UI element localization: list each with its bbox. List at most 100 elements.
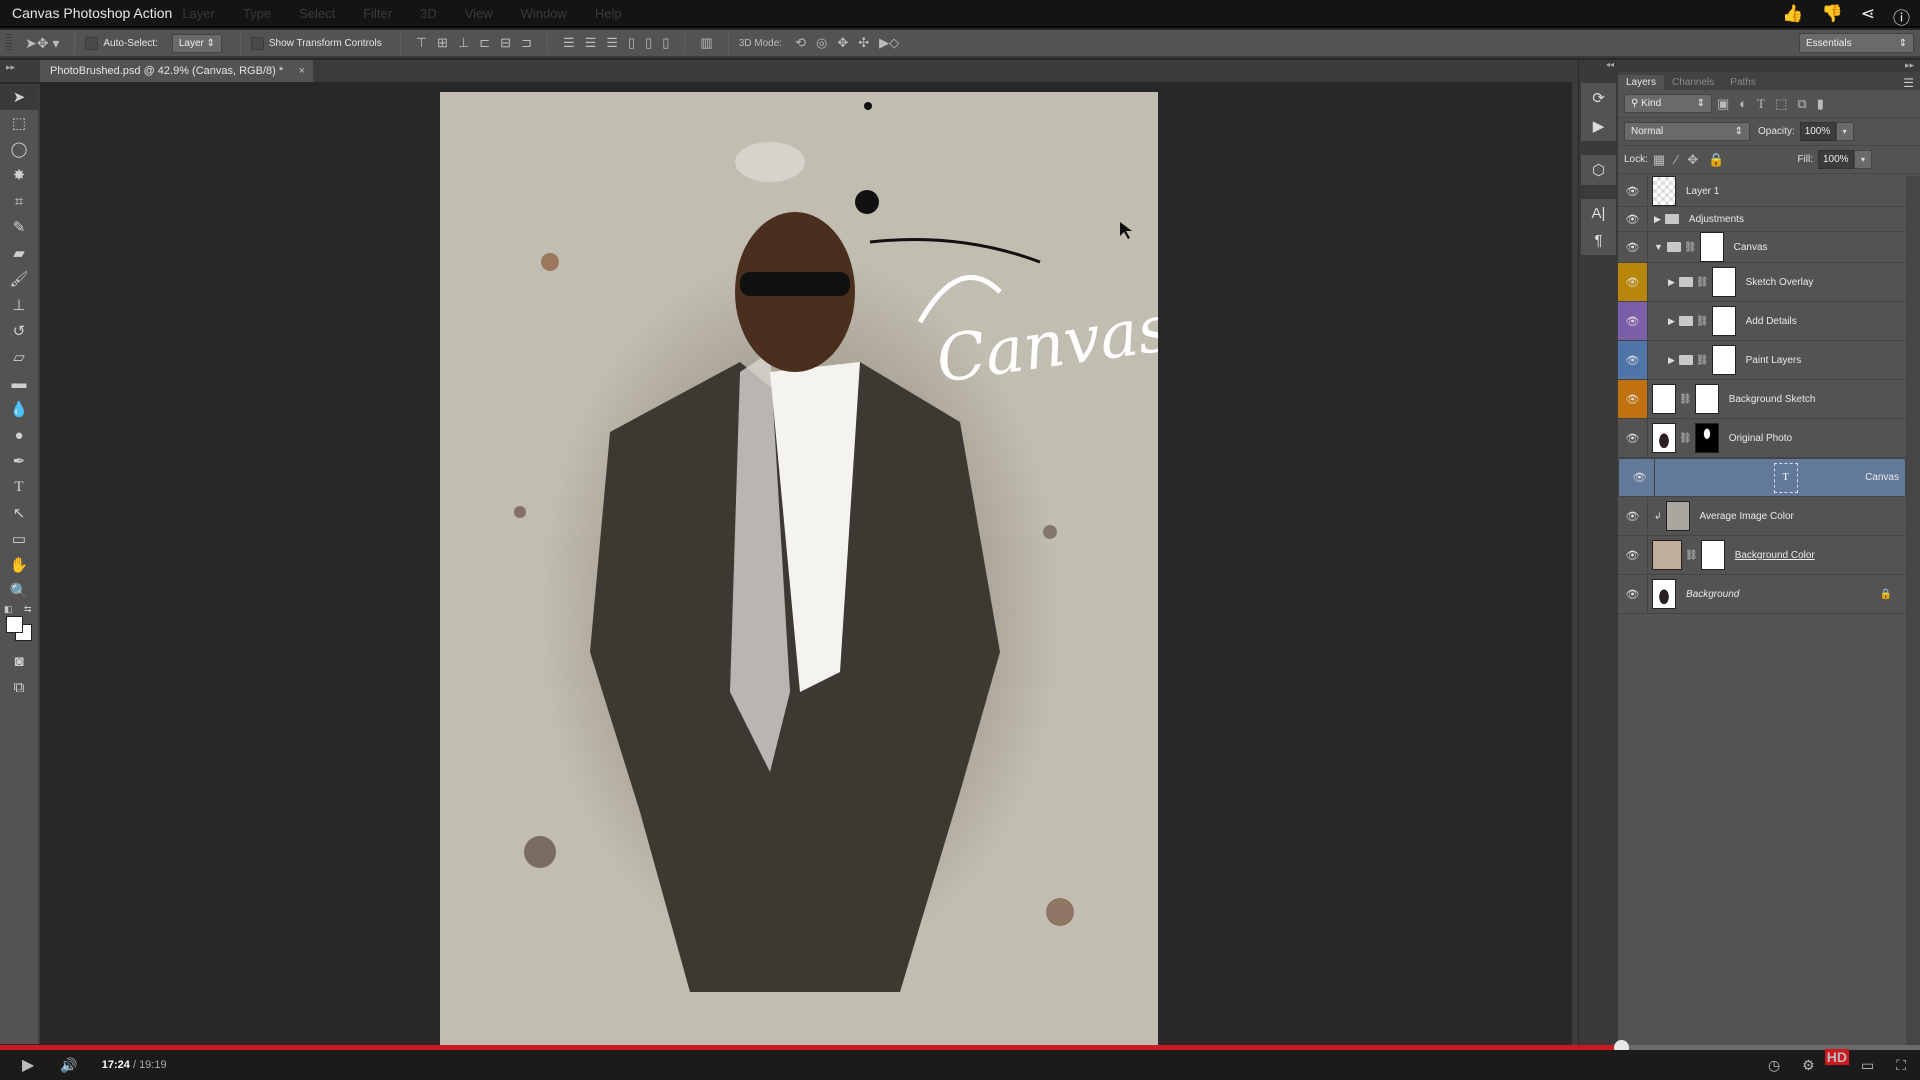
document-canvas[interactable]: Canvas [440, 92, 1158, 1045]
layer-mask-thumbnail[interactable] [1699, 232, 1724, 262]
history-brush-tool-icon[interactable]: ↺ [0, 318, 38, 344]
gradient-tool-icon[interactable]: ▬ [0, 370, 38, 396]
layer-row[interactable]: 👁 Background 🔒 [1618, 575, 1906, 614]
clone-stamp-tool-icon[interactable]: ⊥ [0, 292, 38, 318]
visibility-eye-icon[interactable]: 👁 [1618, 575, 1648, 613]
link-icon[interactable]: ⛓ [1684, 242, 1697, 253]
text-layer-thumbnail[interactable]: T [1773, 462, 1798, 493]
layer-row[interactable]: 👁 ⛓ Background Color [1618, 536, 1906, 575]
filter-adjustment-icon[interactable]: ◐ [1739, 96, 1747, 111]
link-icon[interactable]: ⛓ [1679, 394, 1692, 405]
visibility-eye-icon[interactable]: 👁 [1618, 263, 1648, 301]
collapse-group-icon[interactable]: ▼ [1654, 242, 1663, 252]
visibility-eye-icon[interactable]: 👁 [1618, 176, 1648, 206]
theater-mode-icon[interactable]: ▭ [1861, 1057, 1874, 1074]
link-icon[interactable]: ⛓ [1696, 355, 1709, 366]
move-tool-preset-icon[interactable]: ➤✥ ▾ [25, 35, 59, 52]
blur-tool-icon[interactable]: 💧 [0, 396, 38, 422]
align-top-icon[interactable]: ⊤ [416, 35, 427, 51]
thumbs-up-icon[interactable]: 👍 [1782, 4, 1803, 29]
visibility-eye-icon[interactable]: 👁 [1618, 302, 1648, 340]
layer-thumbnail[interactable] [1652, 176, 1676, 206]
layer-mask-thumbnail[interactable] [1700, 540, 1725, 570]
lock-image-icon[interactable]: ⁄ [1675, 152, 1677, 167]
3d-panel-icon[interactable]: ⬡ [1592, 161, 1605, 179]
tab-layers[interactable]: Layers [1618, 75, 1665, 90]
layer-row[interactable]: 👁 T Canvas [1618, 458, 1906, 497]
menu-view[interactable]: View [465, 6, 493, 21]
hand-tool-icon[interactable]: ✋ [0, 552, 38, 578]
brush-tool-icon[interactable]: 🖌 [0, 266, 38, 292]
layer-thumbnail[interactable] [1652, 423, 1676, 453]
type-tool-icon[interactable]: T [0, 474, 38, 500]
filter-pixel-icon[interactable]: ▣ [1717, 96, 1729, 112]
layer-row[interactable]: 👁 ▶ ⛓ Paint Layers [1618, 341, 1906, 380]
menu-layer[interactable]: Layer [182, 6, 215, 21]
opacity-slider-toggle[interactable]: ▾ [1835, 122, 1854, 141]
menu-3d[interactable]: 3D [420, 6, 437, 21]
blend-mode-dropdown[interactable]: Normal ⇕ [1624, 122, 1750, 141]
expand-group-icon[interactable]: ▶ [1668, 277, 1675, 288]
checkbox-box[interactable] [85, 36, 99, 50]
auto-align-icon[interactable]: ▥ [700, 35, 712, 51]
link-icon[interactable]: ⛓ [1685, 550, 1698, 561]
expand-group-icon[interactable]: ▶ [1668, 316, 1675, 327]
layer-row[interactable]: 👁 ▶ Adjustments [1618, 207, 1906, 232]
layer-row[interactable]: 👁 ▼ ⛓ Canvas [1618, 232, 1906, 263]
visibility-eye-icon[interactable]: 👁 [1618, 497, 1648, 535]
layer-mask-thumbnail[interactable] [1711, 306, 1736, 336]
zoom-tool-icon[interactable]: 🔍 [0, 578, 38, 604]
menu-window[interactable]: Window [521, 6, 567, 21]
actions-panel-icon[interactable]: ▶ [1593, 117, 1605, 135]
collapse-dock-icon[interactable]: ◂◂ [1579, 60, 1618, 69]
layer-name[interactable]: Paint Layers [1746, 355, 1802, 366]
opacity-input[interactable]: 100% [1799, 122, 1836, 141]
tab-channels[interactable]: Channels [1664, 75, 1722, 90]
visibility-eye-icon[interactable]: 👁 [1618, 380, 1648, 418]
volume-icon[interactable]: 🔊 [60, 1057, 77, 1074]
3d-scale-icon[interactable]: ▶◇ [879, 35, 899, 51]
rectangle-tool-icon[interactable]: ▭ [0, 526, 38, 552]
layer-name[interactable]: Canvas [1734, 242, 1768, 253]
panel-menu-icon[interactable]: ☰ [1903, 76, 1914, 90]
visibility-eye-icon[interactable]: 👁 [1618, 341, 1648, 379]
auto-select-target-dropdown[interactable]: Layer ⇕ [171, 33, 222, 53]
distribute-bottom-icon[interactable]: ☰ [606, 35, 618, 51]
expand-group-icon[interactable]: ▶ [1654, 214, 1661, 225]
align-vcenter-icon[interactable]: ⊞ [437, 35, 448, 51]
distribute-hcenter-icon[interactable]: ▯ [645, 35, 652, 51]
layer-row[interactable]: 👁 ⛓ Original Photo [1618, 419, 1906, 458]
menu-filter[interactable]: Filter [363, 6, 392, 21]
layer-name[interactable]: Layer 1 [1686, 186, 1719, 197]
checkbox-box[interactable] [250, 36, 264, 50]
share-icon[interactable]: ⋖ [1861, 4, 1875, 29]
lock-transparent-icon[interactable]: ▦ [1653, 152, 1665, 168]
align-bottom-icon[interactable]: ⊥ [458, 35, 469, 51]
layer-thumbnail[interactable] [1652, 540, 1682, 570]
link-icon[interactable]: ⛓ [1679, 433, 1692, 444]
eyedropper-tool-icon[interactable]: ✎ [0, 214, 38, 240]
layer-row[interactable]: 👁 Layer 1 [1618, 176, 1906, 207]
distribute-top-icon[interactable]: ☰ [563, 35, 575, 51]
layers-scrollbar[interactable] [1906, 176, 1920, 1045]
menu-type[interactable]: Type [243, 6, 271, 21]
layer-row[interactable]: 👁 ⛓ Background Sketch [1618, 380, 1906, 419]
layer-row[interactable]: 👁 ↲ Average Image Color [1618, 497, 1906, 536]
layer-name[interactable]: Average Image Color [1700, 511, 1794, 522]
3d-pan-icon[interactable]: ✥ [837, 35, 848, 51]
layer-name[interactable]: Background Color [1735, 550, 1815, 561]
3d-roll-icon[interactable]: ◎ [816, 35, 827, 51]
visibility-eye-icon[interactable]: 👁 [1618, 419, 1648, 457]
pen-tool-icon[interactable]: ✒ [0, 448, 38, 474]
layer-thumbnail[interactable] [1652, 384, 1676, 414]
workspace-dropdown[interactable]: Essentials ⇕ [1799, 33, 1914, 53]
distribute-vcenter-icon[interactable]: ☰ [585, 35, 597, 51]
marquee-tool-icon[interactable]: ⬚ [0, 110, 38, 136]
expand-panel-icon[interactable]: ▸▸ [1618, 60, 1920, 72]
visibility-eye-icon[interactable]: 👁 [1618, 232, 1648, 262]
exit-fullscreen-icon[interactable]: ⛶ [1896, 1057, 1906, 1074]
lock-all-icon[interactable]: 🔒 [1708, 152, 1724, 168]
layer-name[interactable]: Background [1686, 589, 1739, 600]
history-panel-icon[interactable]: ⟳ [1592, 89, 1605, 107]
eraser-tool-icon[interactable]: ▱ [0, 344, 38, 370]
